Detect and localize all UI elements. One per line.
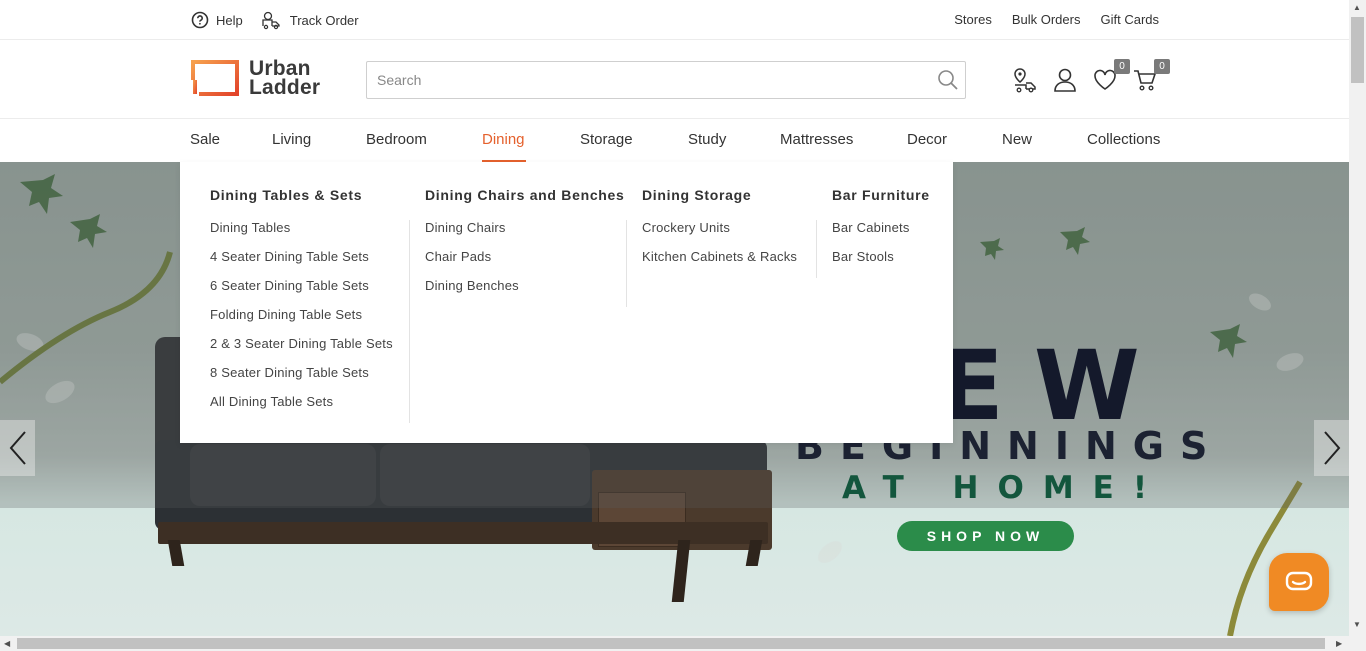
menu-divider bbox=[816, 220, 817, 278]
help-link[interactable]: Help bbox=[191, 11, 243, 29]
nav-item-decor[interactable]: Decor bbox=[907, 120, 1002, 162]
menu-link[interactable]: 8 Seater Dining Table Sets bbox=[210, 365, 393, 394]
search-icon[interactable] bbox=[937, 69, 959, 96]
menu-column-dining-tables: Dining Tables & Sets Dining Tables 4 Sea… bbox=[210, 187, 393, 423]
menu-column-dining-chairs: Dining Chairs and Benches Dining Chairs … bbox=[425, 187, 625, 307]
logo-wordmark: Urban Ladder bbox=[249, 58, 321, 99]
delivery-truck-icon bbox=[262, 11, 280, 30]
menu-heading[interactable]: Bar Furniture bbox=[832, 187, 930, 203]
chat-bubble-icon bbox=[1285, 571, 1313, 591]
nav-item-collections[interactable]: Collections bbox=[1087, 120, 1167, 162]
cart-count-badge: 0 bbox=[1154, 59, 1170, 74]
nav-item-living[interactable]: Living bbox=[272, 120, 366, 162]
chevron-right-icon bbox=[1323, 431, 1340, 465]
scroll-up-arrow-icon[interactable]: ▲ bbox=[1353, 3, 1361, 12]
store-locator-icon bbox=[1014, 68, 1036, 93]
menu-link[interactable]: Dining Benches bbox=[425, 278, 625, 307]
menu-link[interactable]: Crockery Units bbox=[642, 220, 797, 249]
wishlist-count-badge: 0 bbox=[1114, 59, 1130, 74]
bulk-orders-link[interactable]: Bulk Orders bbox=[1012, 12, 1081, 27]
nav-item-bedroom[interactable]: Bedroom bbox=[366, 120, 482, 162]
carousel-next-button[interactable] bbox=[1314, 420, 1349, 476]
help-icon bbox=[191, 11, 209, 29]
track-order-label: Track Order bbox=[289, 12, 359, 28]
menu-heading[interactable]: Dining Storage bbox=[642, 187, 797, 203]
menu-link[interactable]: Dining Chairs bbox=[425, 220, 625, 249]
store-locator-button[interactable] bbox=[1012, 67, 1038, 93]
scroll-down-arrow-icon[interactable]: ▼ bbox=[1353, 620, 1361, 629]
menu-link[interactable]: Folding Dining Table Sets bbox=[210, 307, 393, 336]
logo-mark-icon bbox=[191, 60, 239, 96]
vertical-scrollbar[interactable] bbox=[1349, 0, 1366, 651]
main-header: Urban Ladder 0 0 bbox=[0, 41, 1349, 119]
wishlist-button[interactable]: 0 bbox=[1092, 59, 1130, 93]
chevron-left-icon bbox=[9, 431, 26, 465]
cart-button[interactable]: 0 bbox=[1132, 59, 1170, 93]
category-nav: Sale Living Bedroom Dining Storage Study… bbox=[0, 120, 1349, 162]
carousel-prev-button[interactable] bbox=[0, 420, 35, 476]
menu-link[interactable]: Bar Cabinets bbox=[832, 220, 930, 249]
menu-column-dining-storage: Dining Storage Crockery Units Kitchen Ca… bbox=[642, 187, 797, 278]
track-order-link[interactable]: Track Order bbox=[261, 10, 359, 30]
menu-link[interactable]: Dining Tables bbox=[210, 220, 393, 249]
nav-item-sale[interactable]: Sale bbox=[190, 120, 272, 162]
menu-link[interactable]: Bar Stools bbox=[832, 249, 930, 278]
menu-column-bar-furniture: Bar Furniture Bar Cabinets Bar Stools bbox=[832, 187, 930, 278]
chat-widget-button[interactable] bbox=[1269, 553, 1329, 611]
menu-link[interactable]: 4 Seater Dining Table Sets bbox=[210, 249, 393, 278]
nav-item-mattresses[interactable]: Mattresses bbox=[780, 120, 907, 162]
menu-divider bbox=[409, 220, 410, 423]
menu-link[interactable]: Chair Pads bbox=[425, 249, 625, 278]
gift-cards-link[interactable]: Gift Cards bbox=[1100, 12, 1159, 27]
dining-mega-menu: Dining Tables & Sets Dining Tables 4 Sea… bbox=[180, 162, 953, 443]
nav-item-storage[interactable]: Storage bbox=[580, 120, 688, 162]
menu-divider bbox=[626, 220, 627, 307]
search-input[interactable] bbox=[367, 62, 917, 98]
logo-line2: Ladder bbox=[249, 76, 321, 99]
nav-item-new[interactable]: New bbox=[1002, 120, 1087, 162]
horizontal-scroll-thumb[interactable] bbox=[17, 638, 1325, 649]
menu-link[interactable]: All Dining Table Sets bbox=[210, 394, 393, 423]
vertical-scroll-thumb[interactable] bbox=[1351, 17, 1364, 83]
sofa-base bbox=[158, 522, 768, 544]
scroll-left-arrow-icon[interactable]: ◀ bbox=[4, 639, 10, 648]
menu-heading[interactable]: Dining Chairs and Benches bbox=[425, 187, 625, 203]
shop-now-button[interactable]: SHOP NOW bbox=[897, 521, 1074, 551]
menu-link[interactable]: Kitchen Cabinets & Racks bbox=[642, 249, 797, 278]
help-label: Help bbox=[216, 12, 243, 28]
account-button[interactable] bbox=[1052, 67, 1078, 93]
menu-heading[interactable]: Dining Tables & Sets bbox=[210, 187, 393, 203]
hero-tagline: AT HOME! bbox=[842, 470, 1166, 506]
menu-link[interactable]: 6 Seater Dining Table Sets bbox=[210, 278, 393, 307]
nav-item-dining[interactable]: Dining bbox=[482, 120, 526, 162]
scroll-right-arrow-icon[interactable]: ▶ bbox=[1336, 639, 1342, 648]
menu-link[interactable]: 2 & 3 Seater Dining Table Sets bbox=[210, 336, 393, 365]
search-box bbox=[366, 61, 966, 99]
top-utility-bar: Help Track Order Stores Bulk Orders Gift… bbox=[0, 0, 1349, 40]
urban-ladder-logo[interactable]: Urban Ladder bbox=[191, 58, 321, 99]
user-icon bbox=[1054, 68, 1076, 92]
nav-item-study[interactable]: Study bbox=[688, 120, 780, 162]
stores-link[interactable]: Stores bbox=[954, 12, 992, 27]
page: Help Track Order Stores Bulk Orders Gift… bbox=[0, 0, 1366, 651]
